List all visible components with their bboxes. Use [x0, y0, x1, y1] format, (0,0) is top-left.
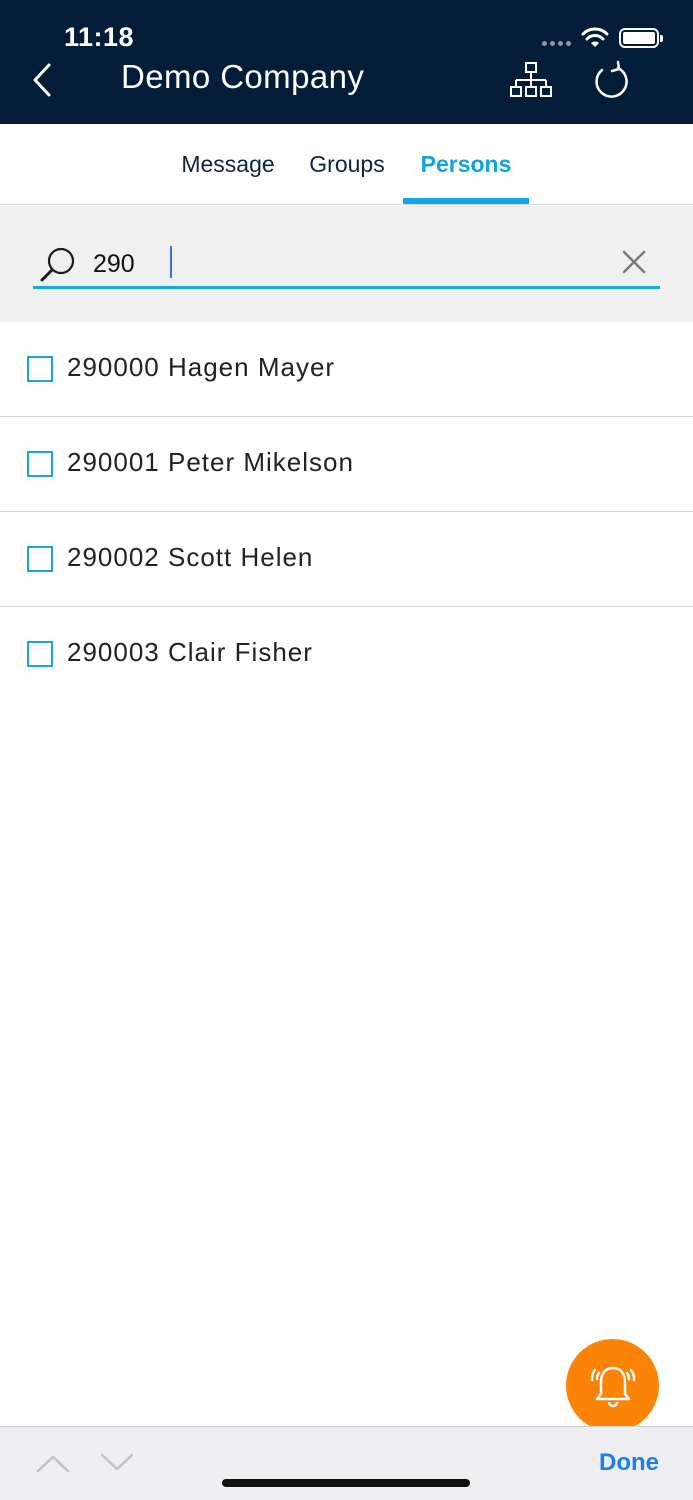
tab-bar: Message Groups Persons — [0, 124, 693, 205]
back-button[interactable] — [26, 58, 58, 102]
refresh-icon — [595, 60, 628, 98]
checkbox[interactable] — [27, 451, 53, 477]
cellular-signal-icon — [542, 40, 571, 46]
list-item[interactable]: 290001 Peter Mikelson — [0, 417, 693, 512]
done-button[interactable]: Done — [599, 1449, 659, 1477]
status-time: 11:18 — [64, 22, 135, 52]
page-title: Demo Company — [121, 58, 365, 95]
keyboard-toolbar: Done — [0, 1426, 693, 1500]
person-label: 290000 Hagen Mayer — [67, 352, 336, 382]
active-tab-indicator — [403, 198, 529, 204]
checkbox[interactable] — [27, 641, 53, 667]
screen: 11:18 Demo Company Message Groups Person… — [0, 0, 693, 1500]
org-chart-icon — [510, 62, 552, 97]
person-label: 290003 Clair Fisher — [67, 637, 313, 667]
search-field — [33, 238, 660, 289]
app-header: 11:18 Demo Company — [0, 0, 693, 124]
checkbox[interactable] — [27, 546, 53, 572]
person-label: 290001 Peter Mikelson — [67, 447, 354, 477]
text-caret — [170, 246, 172, 278]
refresh-button[interactable] — [588, 58, 636, 104]
tab-groups[interactable]: Groups — [298, 124, 396, 205]
alarm-bell-icon — [590, 1366, 635, 1407]
home-indicator — [222, 1479, 470, 1487]
persons-list: 290000 Hagen Mayer 290001 Peter Mikelson… — [0, 322, 693, 702]
chevron-left-icon — [33, 63, 51, 97]
list-item[interactable]: 290002 Scott Helen — [0, 512, 693, 607]
person-label: 290002 Scott Helen — [67, 542, 314, 572]
chevron-down-icon[interactable] — [98, 1447, 136, 1477]
list-item[interactable]: 290000 Hagen Mayer — [0, 322, 693, 417]
checkbox[interactable] — [27, 356, 53, 382]
alarm-button[interactable] — [566, 1339, 659, 1432]
close-icon[interactable] — [618, 246, 650, 278]
battery-icon — [619, 28, 663, 48]
search-input[interactable] — [93, 242, 593, 286]
search-bar — [0, 206, 693, 322]
search-icon — [40, 247, 75, 282]
tab-message[interactable]: Message — [168, 124, 288, 205]
wifi-icon — [581, 27, 609, 47]
tab-persons[interactable]: Persons — [403, 124, 529, 205]
org-chart-button[interactable] — [505, 58, 557, 102]
status-icons — [542, 24, 663, 52]
chevron-up-icon[interactable] — [34, 1447, 72, 1477]
list-item[interactable]: 290003 Clair Fisher — [0, 607, 693, 702]
